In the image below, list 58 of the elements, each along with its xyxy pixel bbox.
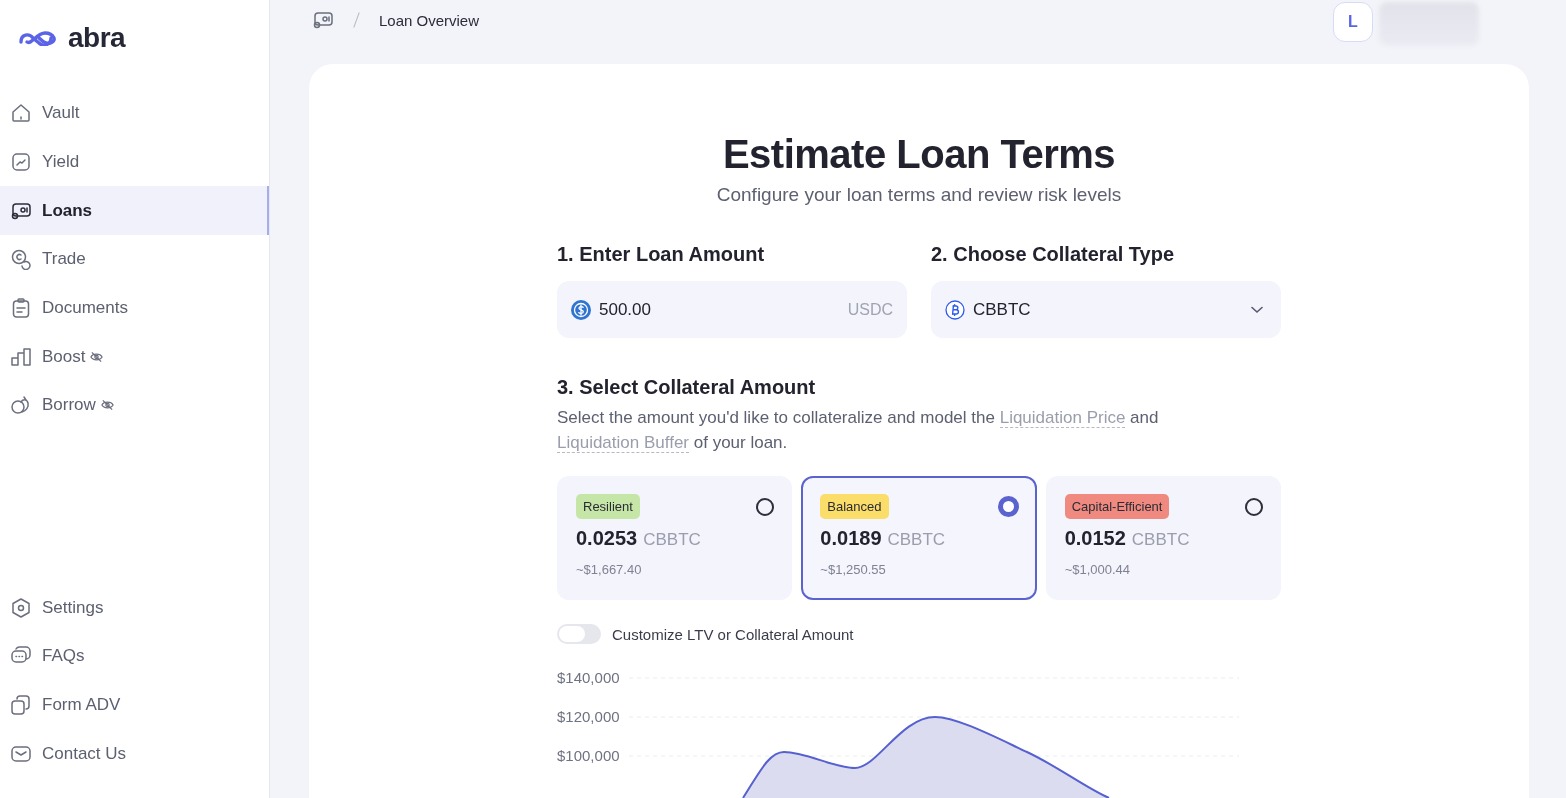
y-axis-label: $120,000	[557, 707, 621, 727]
coins-icon	[10, 248, 32, 271]
bitcoin-icon	[945, 299, 965, 320]
house-icon	[10, 102, 32, 125]
eye-slash-icon	[100, 399, 114, 412]
y-axis-label: $140,000	[557, 668, 621, 688]
collateral-amount: 0.0253	[576, 527, 638, 550]
collateral-option-card[interactable]: Balanced 0.0189 CBBTC ~$1,250.55	[801, 476, 1037, 600]
usd-value: ~$1,667.40	[576, 562, 643, 577]
collateral-unit: CBBTC	[887, 530, 946, 550]
logo-text: abra	[68, 22, 126, 54]
usd-value: ~$1,250.55	[820, 562, 887, 577]
chart-up-icon	[10, 151, 32, 174]
sidebar-item[interactable]: Boost	[0, 332, 269, 382]
usd-value: ~$1,000.44	[1064, 562, 1132, 577]
documents-icon	[10, 693, 32, 716]
collateral-type-dropdown[interactable]: CBBTC	[931, 281, 1281, 338]
sidebar-item[interactable]: Documents	[0, 283, 269, 333]
sidebar-item[interactable]: Settings	[0, 583, 269, 632]
toggle-label: Customize LTV or Collateral Amount	[612, 625, 854, 643]
chevron-down-icon	[1251, 305, 1263, 314]
sidebar-item[interactable]: FAQs	[0, 631, 269, 681]
clipboard-icon	[10, 297, 32, 320]
collateral-description: Select the amount you'd like to collateralize and model the Liquidation Price and Liquidation Buffer of your loan.	[557, 407, 1160, 455]
section-heading: 2. Choose Collateral Type	[931, 242, 1176, 266]
toggle-switch[interactable]	[557, 624, 601, 644]
banknote-icon[interactable]	[312, 9, 334, 31]
breadcrumb-current: Loan Overview	[379, 11, 480, 29]
page-subtitle: Configure your loan terms and review risk levels	[715, 184, 1123, 206]
sidebar-item[interactable]: Form ADV	[0, 680, 269, 730]
risk-tag: Capital-Efficient	[1064, 494, 1170, 519]
collateral-amount: 0.0189	[820, 527, 882, 550]
section-heading: 3. Select Collateral Amount	[557, 375, 817, 399]
page-title: Estimate Loan Terms	[721, 131, 1117, 178]
y-axis-label: $100,000	[557, 746, 621, 766]
settings-icon	[10, 596, 32, 619]
collateral-option-card[interactable]: Resilient 0.0253 CBBTC ~$1,667.40	[557, 476, 793, 600]
sidebar-item[interactable]: Contact Us	[0, 729, 269, 778]
radio-button[interactable]	[1245, 497, 1263, 516]
sidebar-item[interactable]: Borrow	[0, 381, 269, 430]
risk-tag: Balanced	[820, 494, 889, 519]
sidebar-item[interactable]: Loans	[0, 186, 269, 236]
radio-button[interactable]	[997, 496, 1019, 517]
section-heading: 1. Enter Loan Amount	[557, 242, 766, 266]
sidebar-item[interactable]: Yield	[0, 137, 269, 187]
collateral-unit: CBBTC	[1131, 530, 1190, 550]
sidebar-item[interactable]: Vault	[0, 89, 269, 138]
radio-button[interactable]	[756, 497, 775, 516]
collateral-amount: 0.0152	[1064, 527, 1126, 550]
collateral-option-card[interactable]: Capital-Efficient 0.0152 CBBTC ~$1,000.44	[1045, 476, 1281, 600]
loan-amount-field[interactable]: 500.00 USDC	[557, 281, 907, 338]
bar-chart-icon	[10, 345, 32, 368]
sidebar-item[interactable]: Trade	[0, 235, 269, 284]
user-avatar[interactable]: L	[1333, 2, 1373, 42]
eye-slash-icon	[90, 350, 104, 363]
collateral-unit: CBBTC	[643, 530, 701, 550]
dollar-coin-icon	[571, 299, 591, 320]
risk-tag: Resilient	[576, 494, 640, 519]
